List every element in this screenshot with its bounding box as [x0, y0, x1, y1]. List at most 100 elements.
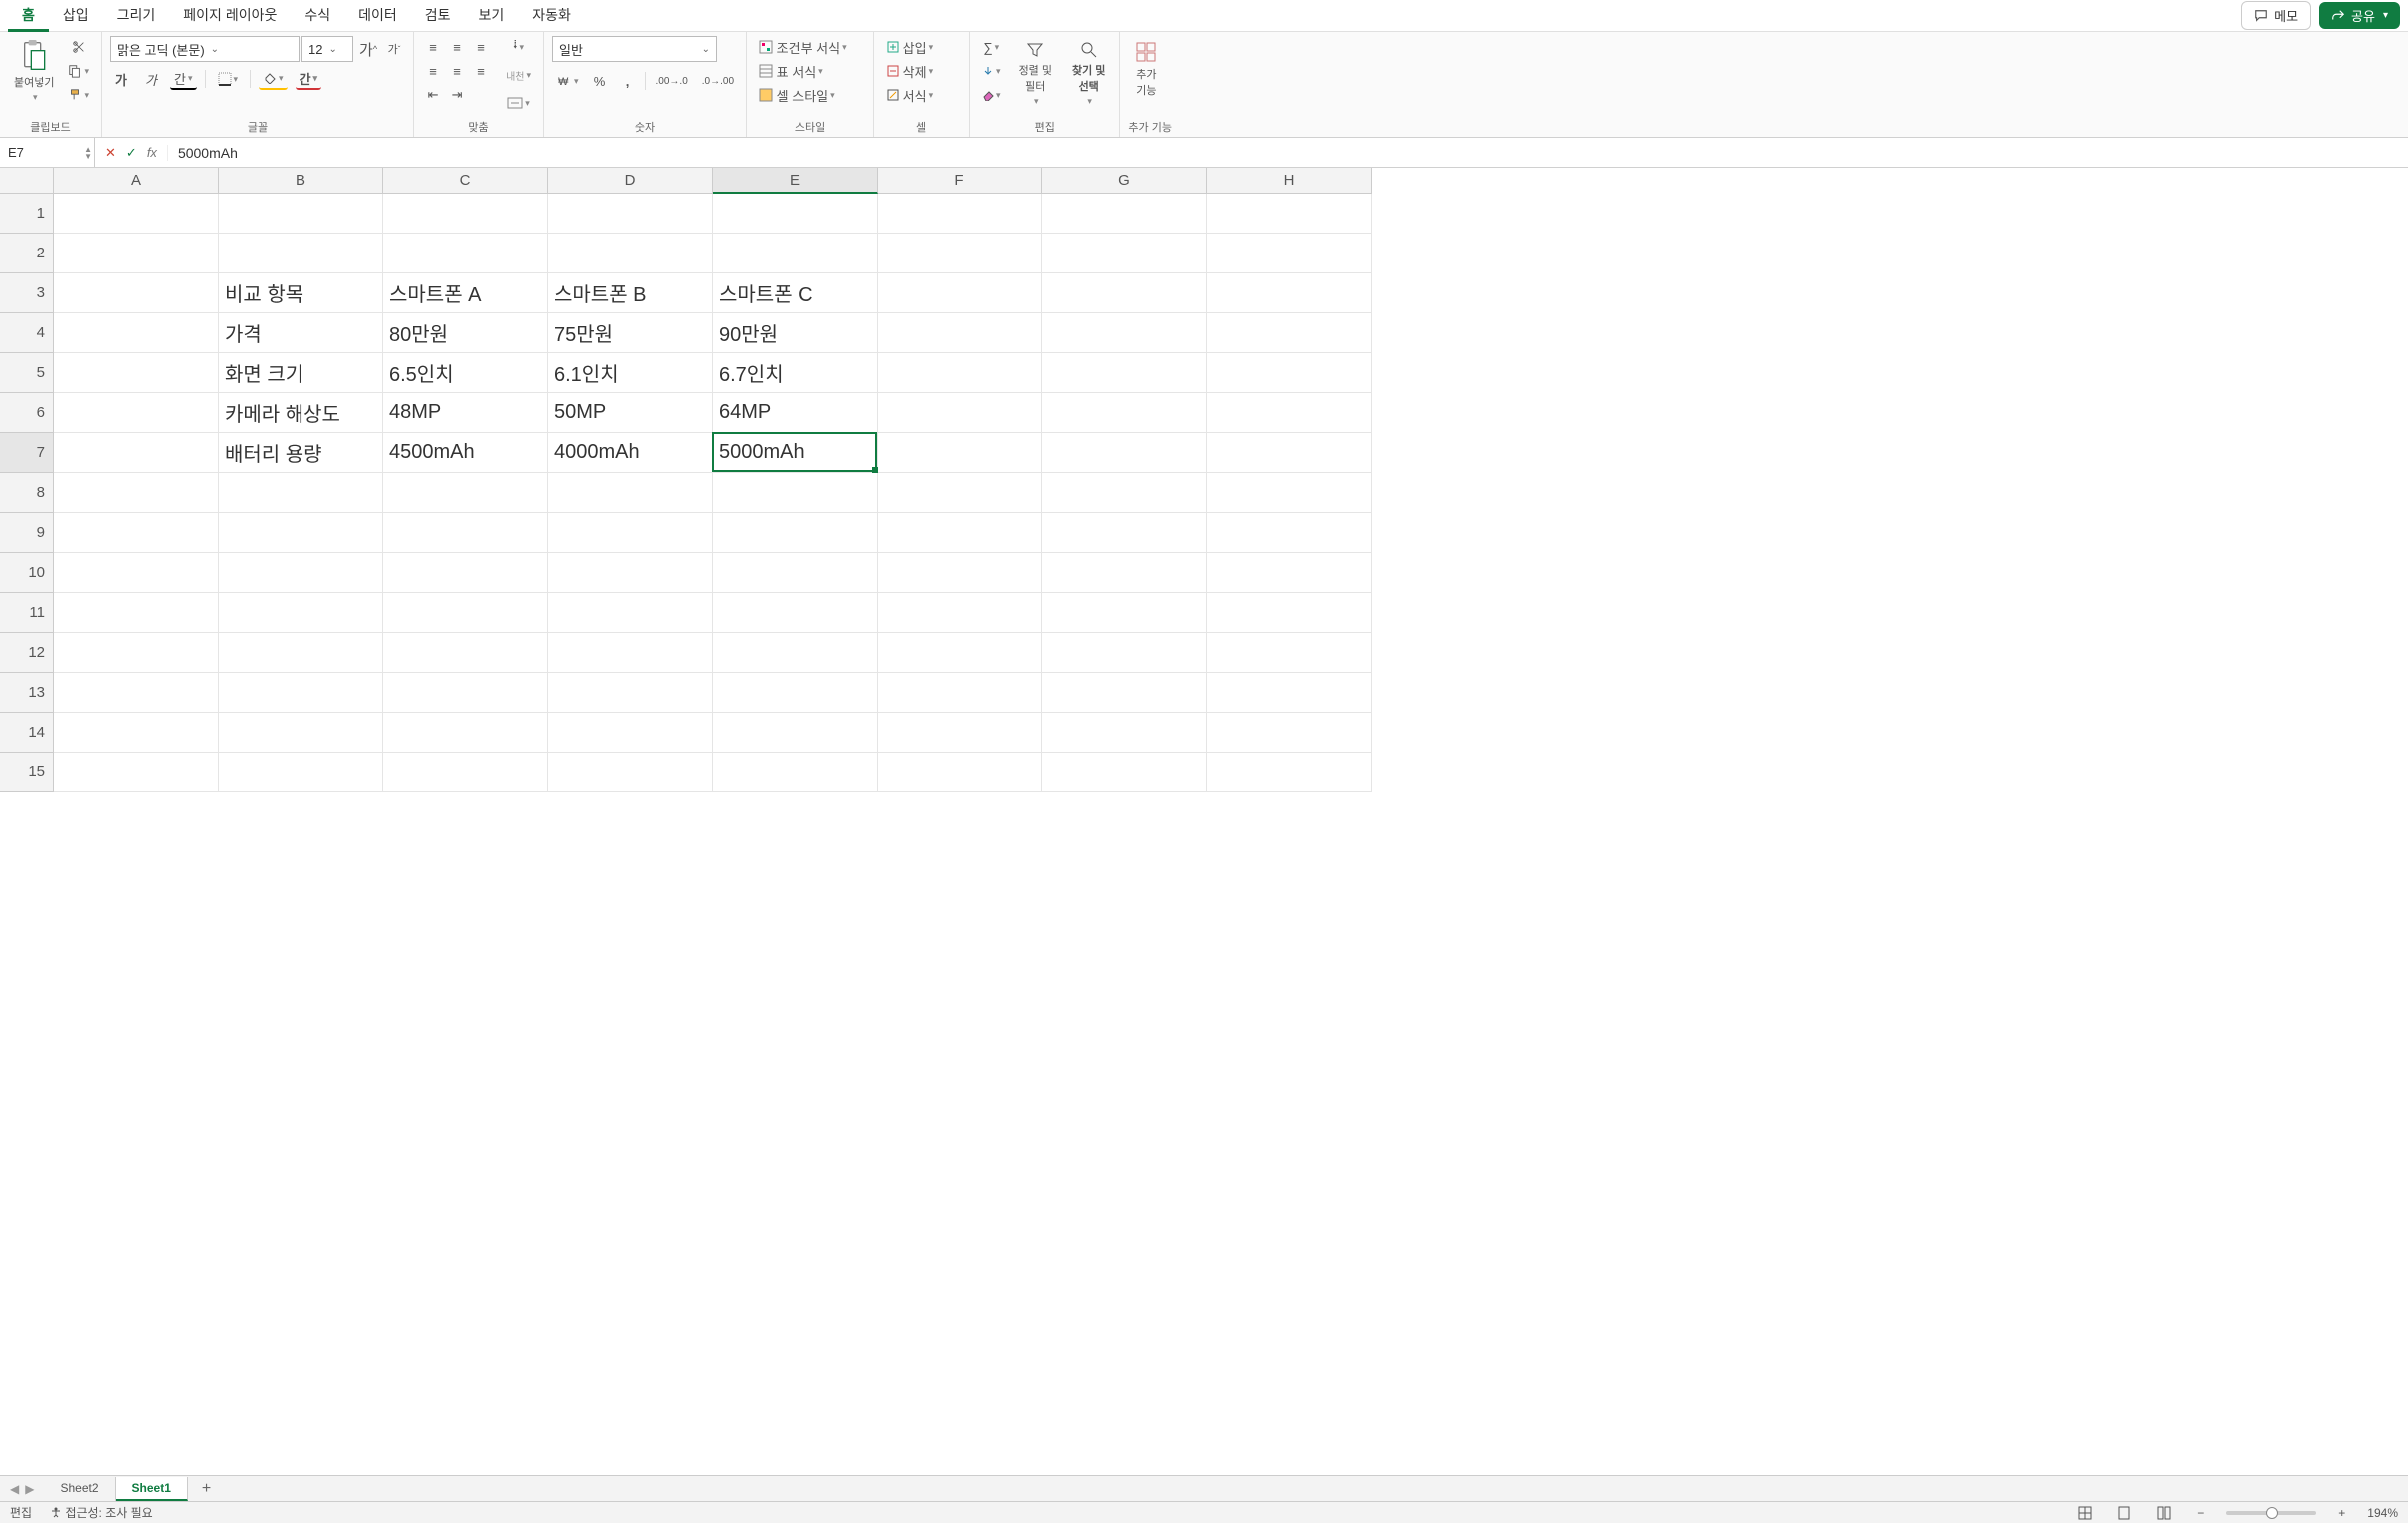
border-button[interactable]: ▾ [214, 68, 243, 90]
cell-F8[interactable] [878, 473, 1042, 513]
format-painter-button[interactable]: ▾ [64, 84, 93, 106]
view-layout-button[interactable] [2113, 1506, 2135, 1520]
share-button[interactable]: 공유 ▾ [2319, 2, 2400, 29]
cancel-edit-button[interactable]: ✕ [105, 145, 116, 161]
cell-B10[interactable] [219, 553, 383, 593]
sheet-tab-Sheet2[interactable]: Sheet2 [44, 1477, 115, 1501]
autosum-button[interactable]: ∑▾ [978, 36, 1005, 58]
paste-button[interactable]: 붙여넣기 ▾ [8, 36, 60, 107]
name-box[interactable]: E7 ▲▼ [0, 138, 95, 167]
menu-tab-홈[interactable]: 홈 [8, 0, 49, 32]
cell-G2[interactable] [1042, 234, 1207, 273]
cell-A4[interactable] [54, 313, 219, 353]
cell-D14[interactable] [548, 713, 713, 753]
orientation-button[interactable]: ⭭▾ [502, 36, 535, 58]
cell-D1[interactable] [548, 194, 713, 234]
clear-button[interactable]: ▾ [978, 84, 1005, 106]
cell-E10[interactable] [713, 553, 878, 593]
cell-E8[interactable] [713, 473, 878, 513]
comma-button[interactable]: , [617, 70, 639, 92]
cell-C14[interactable] [383, 713, 548, 753]
conditional-format-button[interactable]: 조건부 서식▾ [755, 36, 865, 58]
cell-E13[interactable] [713, 673, 878, 713]
align-top-left[interactable]: ≡ [422, 36, 444, 58]
cell-E14[interactable] [713, 713, 878, 753]
cell-G5[interactable] [1042, 353, 1207, 393]
cell-B15[interactable] [219, 753, 383, 792]
cell-F5[interactable] [878, 353, 1042, 393]
cell-F12[interactable] [878, 633, 1042, 673]
cell-B12[interactable] [219, 633, 383, 673]
cell-A5[interactable] [54, 353, 219, 393]
cell-G7[interactable] [1042, 433, 1207, 473]
cell-B9[interactable] [219, 513, 383, 553]
cell-H2[interactable] [1207, 234, 1372, 273]
align-mid-left[interactable]: ≡ [422, 60, 444, 82]
align-mid-center[interactable]: ≡ [446, 60, 468, 82]
row-header-13[interactable]: 13 [0, 673, 54, 713]
cell-D4[interactable]: 75만원 [548, 313, 713, 353]
cell-H14[interactable] [1207, 713, 1372, 753]
cell-B7[interactable]: 배터리 용량 [219, 433, 383, 473]
cell-H9[interactable] [1207, 513, 1372, 553]
cell-A2[interactable] [54, 234, 219, 273]
font-name-select[interactable]: 맑은 고딕 (본문)⌄ [110, 36, 300, 62]
spreadsheet[interactable]: ABCDEFGH 123456789101112131415 비교 항목스마트폰… [0, 168, 2408, 1475]
memo-button[interactable]: 메모 [2241, 1, 2311, 30]
find-select-button[interactable]: 찾기 및 선택▾ [1066, 36, 1111, 111]
row-header-1[interactable]: 1 [0, 194, 54, 234]
view-pagebreak-button[interactable] [2153, 1506, 2175, 1520]
cell-A7[interactable] [54, 433, 219, 473]
cell-B5[interactable]: 화면 크기 [219, 353, 383, 393]
cell-D11[interactable] [548, 593, 713, 633]
cell-D13[interactable] [548, 673, 713, 713]
cell-B4[interactable]: 가격 [219, 313, 383, 353]
zoom-in-button[interactable]: + [2334, 1506, 2349, 1520]
cell-H10[interactable] [1207, 553, 1372, 593]
add-sheet-button[interactable]: + [188, 1480, 225, 1498]
cell-G11[interactable] [1042, 593, 1207, 633]
zoom-level[interactable]: 194% [2367, 1506, 2398, 1520]
cell-E3[interactable]: 스마트폰 C [713, 273, 878, 313]
cell-C11[interactable] [383, 593, 548, 633]
cell-D12[interactable] [548, 633, 713, 673]
col-header-A[interactable]: A [54, 168, 219, 194]
cell-C1[interactable] [383, 194, 548, 234]
spinner-icon[interactable]: ▲▼ [84, 146, 92, 160]
align-top-center[interactable]: ≡ [446, 36, 468, 58]
addins-button[interactable]: 추가 기능 [1128, 36, 1164, 102]
cell-A8[interactable] [54, 473, 219, 513]
percent-button[interactable]: % [589, 70, 611, 92]
number-format-select[interactable]: 일반⌄ [552, 36, 717, 62]
row-header-4[interactable]: 4 [0, 313, 54, 353]
cell-F4[interactable] [878, 313, 1042, 353]
row-header-5[interactable]: 5 [0, 353, 54, 393]
wrap-text-button[interactable]: 내천▾ [502, 64, 535, 86]
align-top-right[interactable]: ≡ [470, 36, 492, 58]
cell-G15[interactable] [1042, 753, 1207, 792]
cell-B2[interactable] [219, 234, 383, 273]
cell-G4[interactable] [1042, 313, 1207, 353]
cell-A9[interactable] [54, 513, 219, 553]
cell-G14[interactable] [1042, 713, 1207, 753]
confirm-edit-button[interactable]: ✓ [126, 145, 137, 161]
cell-H15[interactable] [1207, 753, 1372, 792]
cell-C4[interactable]: 80만원 [383, 313, 548, 353]
row-header-14[interactable]: 14 [0, 713, 54, 753]
cell-F13[interactable] [878, 673, 1042, 713]
cell-A15[interactable] [54, 753, 219, 792]
cell-C3[interactable]: 스마트폰 A [383, 273, 548, 313]
cell-B11[interactable] [219, 593, 383, 633]
cell-H12[interactable] [1207, 633, 1372, 673]
cell-G10[interactable] [1042, 553, 1207, 593]
cell-E2[interactable] [713, 234, 878, 273]
cell-E11[interactable] [713, 593, 878, 633]
cell-H13[interactable] [1207, 673, 1372, 713]
col-header-G[interactable]: G [1042, 168, 1207, 194]
cell-G6[interactable] [1042, 393, 1207, 433]
cell-G9[interactable] [1042, 513, 1207, 553]
menu-tab-그리기[interactable]: 그리기 [103, 0, 170, 32]
cell-C5[interactable]: 6.5인치 [383, 353, 548, 393]
cell-A1[interactable] [54, 194, 219, 234]
fill-color-button[interactable]: ▾ [259, 68, 288, 90]
